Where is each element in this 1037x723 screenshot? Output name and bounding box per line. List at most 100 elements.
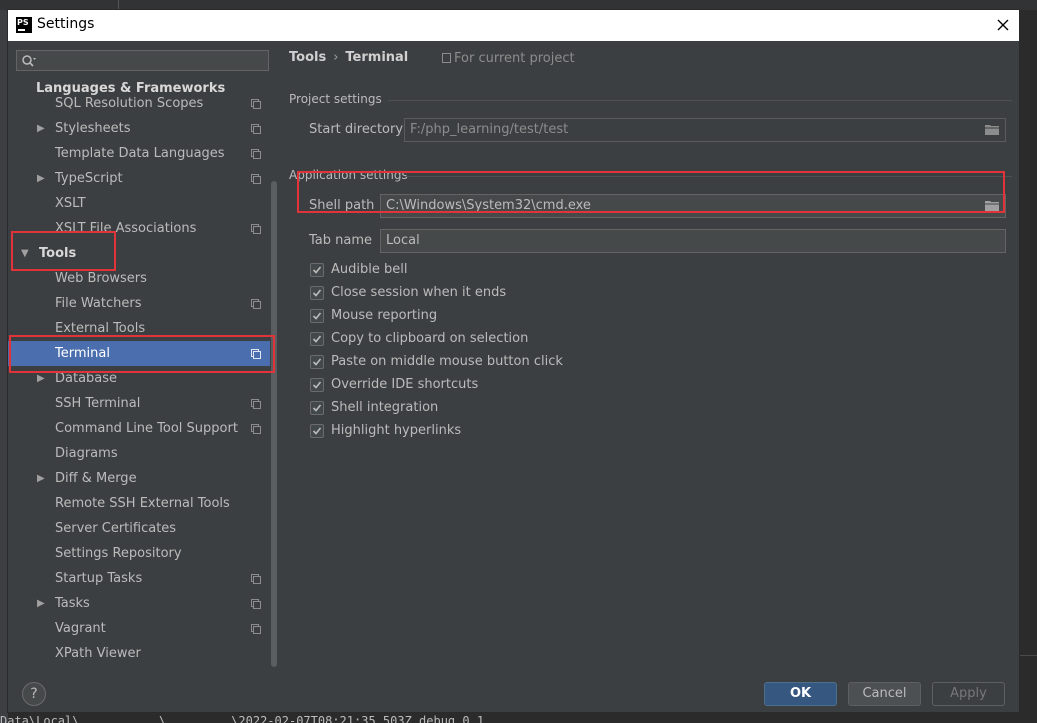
apply-button[interactable]: Apply xyxy=(932,682,1005,706)
checkbox-option[interactable]: Copy to clipboard on selection xyxy=(310,329,610,349)
start-directory-field[interactable]: F:/php_learning/test/test xyxy=(404,118,1006,142)
project-scope-icon xyxy=(251,124,261,134)
checkbox-option[interactable]: Audible bell xyxy=(310,260,610,280)
ide-background-left xyxy=(0,0,8,723)
cancel-button[interactable]: Cancel xyxy=(848,682,921,706)
section-divider xyxy=(388,100,1012,101)
phpstorm-icon: PS xyxy=(16,17,32,33)
sidebar-item[interactable]: Diagrams xyxy=(8,441,270,466)
ide-background-right xyxy=(1019,10,1037,723)
sidebar-item[interactable]: ▶ Stylesheets xyxy=(8,116,270,141)
sidebar-item[interactable]: ▶ Tasks xyxy=(8,591,270,616)
app-icon-text: PS xyxy=(17,18,29,27)
sidebar-item[interactable]: Remote SSH External Tools xyxy=(8,491,270,516)
folder-icon[interactable] xyxy=(985,124,999,135)
scope-label: For current project xyxy=(454,51,575,66)
sidebar-item-label: SQL Resolution Scopes xyxy=(55,96,204,111)
checkbox[interactable] xyxy=(310,424,324,438)
sidebar-item[interactable]: Server Certificates xyxy=(8,516,270,541)
checkbox-option[interactable]: Highlight hyperlinks xyxy=(310,421,610,441)
checkbox-label: Paste on middle mouse button click xyxy=(331,354,563,369)
collapsed-arrow-icon[interactable]: ▶ xyxy=(37,116,45,141)
sidebar-item[interactable]: SQL Resolution Scopes xyxy=(8,91,270,116)
checkbox-label: Override IDE shortcuts xyxy=(331,377,479,392)
highlight-tools xyxy=(11,231,116,271)
checkbox[interactable] xyxy=(310,378,324,392)
scope-note: For current project xyxy=(442,51,575,66)
background-terminal-line: Data\Local\...........\.........\2022-02… xyxy=(0,714,485,723)
sidebar-item-label: XSLT xyxy=(55,196,86,211)
project-settings-title: Project settings xyxy=(289,92,382,106)
terminal-settings-panel: Tools › Terminal For current project Proje… xyxy=(278,41,1019,667)
sidebar-item-label: Settings Repository xyxy=(55,546,182,561)
checkbox[interactable] xyxy=(310,332,324,346)
checkbox[interactable] xyxy=(310,355,324,369)
sidebar-item[interactable]: Command Line Tool Support xyxy=(8,416,270,441)
project-scope-icon xyxy=(251,624,261,634)
tab-name-field[interactable]: Local xyxy=(380,229,1006,253)
checkbox-option[interactable]: Paste on middle mouse button click xyxy=(310,352,610,372)
sidebar-item[interactable]: Startup Tasks xyxy=(8,566,270,591)
checkmark-icon xyxy=(312,404,322,412)
sidebar-item-label: TypeScript xyxy=(55,171,123,186)
breadcrumb-parent: Tools xyxy=(289,50,327,65)
collapsed-arrow-icon[interactable]: ▶ xyxy=(37,591,45,616)
checkmark-icon xyxy=(312,266,322,274)
close-button[interactable] xyxy=(992,14,1014,36)
sidebar-item-label: Startup Tasks xyxy=(55,571,143,586)
checkbox-option[interactable]: Close session when it ends xyxy=(310,283,610,303)
sidebar-item-label: Tasks xyxy=(55,596,90,611)
checkmark-icon xyxy=(312,358,322,366)
sidebar-item[interactable]: XSLT xyxy=(8,191,270,216)
breadcrumb: Tools › Terminal xyxy=(289,50,408,65)
tab-name-label: Tab name xyxy=(309,233,373,248)
ide-background-top xyxy=(0,0,1037,10)
ok-button[interactable]: OK xyxy=(764,682,837,706)
collapsed-arrow-icon[interactable]: ▶ xyxy=(37,166,45,191)
sidebar-item-label: File Watchers xyxy=(55,296,142,311)
sidebar-item-label: XPath Viewer xyxy=(55,646,141,661)
checkbox-option[interactable]: Shell integration xyxy=(310,398,610,418)
checkbox-option[interactable]: Override IDE shortcuts xyxy=(310,375,610,395)
sidebar-item-label: Vagrant xyxy=(55,621,106,636)
project-scope-icon xyxy=(251,299,261,309)
title-bar: PS Settings xyxy=(8,10,1019,41)
checkbox-label: Mouse reporting xyxy=(331,308,438,323)
sidebar-item[interactable]: XPath Viewer xyxy=(8,641,270,666)
checkbox[interactable] xyxy=(310,286,324,300)
search-input[interactable] xyxy=(16,50,269,71)
sidebar-item[interactable]: SSH Terminal xyxy=(8,391,270,416)
breadcrumb-current: Terminal xyxy=(345,50,409,65)
checkbox-label: Shell integration xyxy=(331,400,439,415)
checkbox-label: Highlight hyperlinks xyxy=(331,423,462,438)
collapsed-arrow-icon[interactable]: ▶ xyxy=(37,466,45,491)
sidebar-item[interactable]: ▶ Diff & Merge xyxy=(8,466,270,491)
highlight-terminal xyxy=(9,335,275,373)
checkbox[interactable] xyxy=(310,309,324,323)
sidebar-item[interactable]: Settings Repository xyxy=(8,541,270,566)
project-scope-icon xyxy=(251,149,261,159)
checkmark-icon xyxy=(312,381,322,389)
sidebar-item-label: Diagrams xyxy=(55,446,118,461)
sidebar-item[interactable]: Template Data Languages xyxy=(8,141,270,166)
window-title: Settings xyxy=(37,16,95,32)
sidebar-item-label: Command Line Tool Support xyxy=(55,421,238,436)
checkbox[interactable] xyxy=(310,401,324,415)
start-directory-label: Start directory xyxy=(309,122,404,137)
project-scope-icon xyxy=(251,399,261,409)
checkbox-label: Copy to clipboard on selection xyxy=(331,331,529,346)
help-button[interactable]: ? xyxy=(22,682,46,706)
checkbox-label: Audible bell xyxy=(331,262,408,277)
sidebar-item[interactable]: File Watchers xyxy=(8,291,270,316)
checkbox[interactable] xyxy=(310,263,324,277)
sidebar-item[interactable]: Vagrant xyxy=(8,616,270,641)
project-scope-icon xyxy=(251,599,261,609)
sidebar-item[interactable]: ▶ TypeScript xyxy=(8,166,270,191)
checkbox-option[interactable]: Mouse reporting xyxy=(310,306,610,326)
dialog-footer: ? OK Cancel Apply xyxy=(8,667,1019,712)
tab-name-value: Local xyxy=(386,233,420,248)
sidebar-item-label: Template Data Languages xyxy=(55,146,225,161)
sidebar-item-label: Server Certificates xyxy=(55,521,177,536)
project-scope-icon xyxy=(442,53,451,63)
sidebar-scrollbar[interactable] xyxy=(271,181,277,667)
